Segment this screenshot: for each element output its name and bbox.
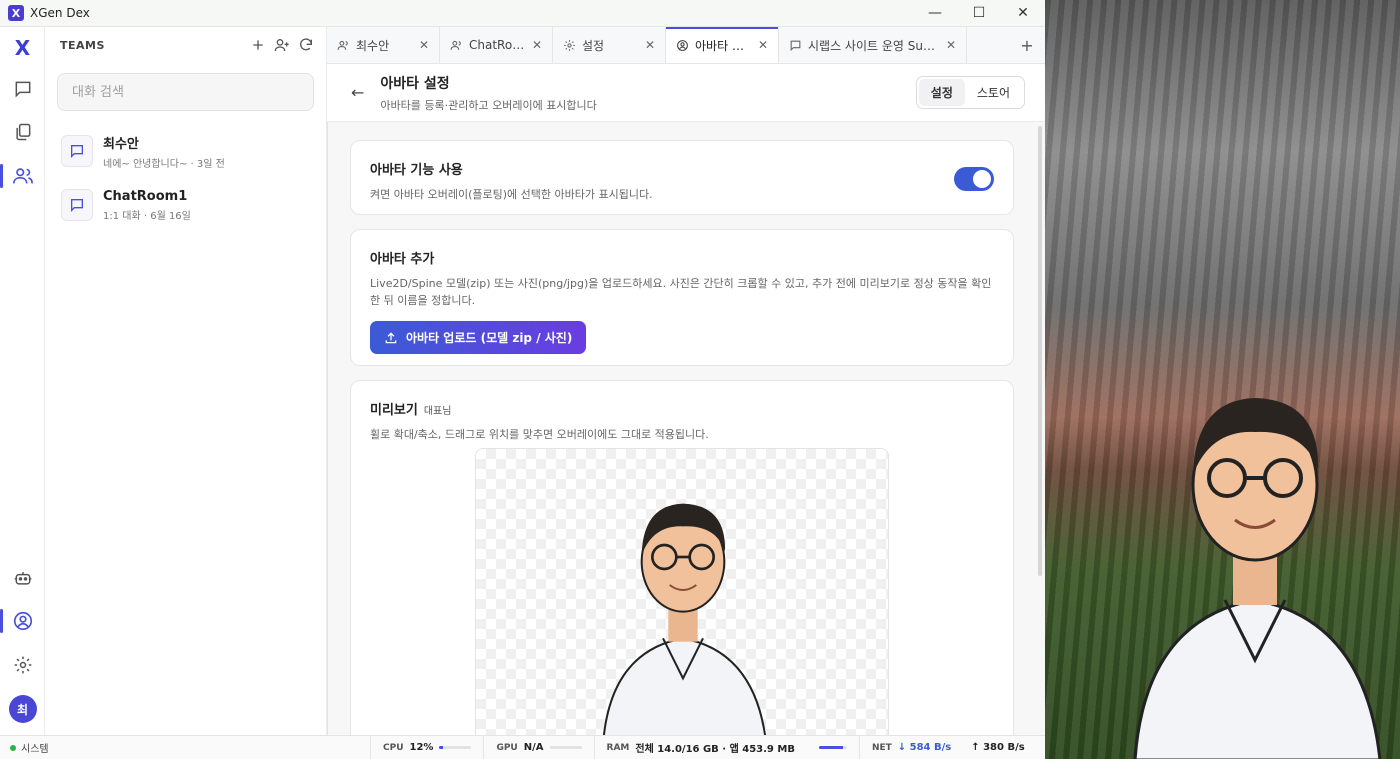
status-bar: 시스템 CPU 12% GPU N/A RAM 전체 14.0/16 GB · 앱 4… [0, 735, 1045, 759]
preview-card: 미리보기 대표님 휠로 확대/축소, 드래그로 위치를 맞추면 오버레이에도 그대… [350, 380, 1014, 735]
avatar-overlay-figure[interactable] [1105, 370, 1400, 759]
main-panel: 최수안✕ ChatRoom1✕ 설정✕ 아바타 설정✕ 시랩스 사이트 운영 S… [327, 27, 1045, 735]
users-icon [337, 40, 348, 50]
room-name: ChatRoom1 [103, 188, 188, 204]
tab-avatar-settings[interactable]: 아바타 설정 ✕ [666, 27, 779, 63]
close-tab-icon[interactable]: ✕ [946, 38, 956, 52]
card-title: 미리보기 대표님 [370, 403, 452, 418]
maximize-button[interactable]: ☐ [957, 0, 1001, 27]
card-title: 아바타 기능 사용 [370, 163, 463, 178]
sidebar-heading: TEAMS [60, 38, 105, 52]
upload-avatar-button[interactable]: 아바타 업로드 (모델 zip / 사진) [370, 321, 587, 354]
add-avatar-card: 아바타 추가 Live2D/Spine 모델(zip) 또는 사진(png/jp… [350, 229, 1014, 366]
app-logo-icon: X [8, 5, 24, 21]
cpu-meter: CPU 12% [370, 735, 483, 759]
tab-site-ops[interactable]: 시랩스 사이트 운영 Suan... ✕ [779, 27, 967, 63]
card-description: 켜면 아바타 오버레이(플로팅)에 선택한 아바타가 표시됩니다. [370, 188, 653, 201]
chat-icon[interactable] [0, 73, 45, 105]
list-item[interactable]: ChatRoom1 1:1 대화 · 6월 16일 [45, 181, 326, 229]
tab-suan[interactable]: 최수안 ✕ [327, 27, 440, 63]
new-tab-button[interactable]: + [1009, 27, 1045, 63]
room-preview: 1:1 대화 · 6월 16일 [103, 210, 191, 222]
system-status-icon [10, 744, 16, 751]
tab-settings[interactable]: 설정 ✕ [553, 27, 666, 63]
close-tab-icon[interactable]: ✕ [758, 38, 768, 52]
close-window-button[interactable]: ✕ [1001, 0, 1045, 27]
segment-store[interactable]: 스토어 [965, 79, 1022, 106]
gear-icon [564, 39, 575, 51]
avatar-enable-toggle[interactable] [954, 167, 994, 191]
chat-icon [790, 40, 801, 51]
view-switcher: 설정 스토어 [915, 76, 1025, 109]
title-bar: X XGen Dex — ☐ ✕ [0, 0, 1045, 27]
list-item[interactable]: 최수안네에~ 안녕합니다~ · 3일 전 [45, 127, 326, 175]
page-subtitle: 아바타를 등록·관리하고 오버레이에 표시합니다 [380, 98, 597, 112]
avatar-preview-figure [603, 503, 766, 735]
ram-meter: RAM 전체 14.0/16 GB · 앱 453.9 MB [593, 735, 859, 759]
card-description: 휠로 확대/축소, 드래그로 위치를 맞추면 오버레이에도 그대로 적용됩니다. [370, 428, 709, 441]
add-user-icon[interactable] [274, 37, 290, 53]
add-icon[interactable] [250, 37, 266, 53]
scrollbar[interactable] [1038, 126, 1042, 576]
home-logo-icon[interactable]: X [0, 32, 45, 64]
system-label: 시스템 [21, 744, 49, 755]
card-title: 아바타 추가 [370, 252, 435, 267]
close-tab-icon[interactable]: ✕ [419, 38, 429, 52]
back-arrow-icon[interactable]: ← [351, 83, 364, 102]
room-preview: 네에~ 안녕합니다~ · 3일 전 [103, 158, 225, 170]
page-header: ← 아바타 설정 아바타를 등록·관리하고 오버레이에 표시합니다 설정 스토어 [327, 64, 1045, 122]
segment-settings[interactable]: 설정 [918, 79, 965, 106]
tab-bar: 최수안✕ ChatRoom1✕ 설정✕ 아바타 설정✕ 시랩스 사이트 운영 S… [327, 27, 1045, 64]
close-tab-icon[interactable]: ✕ [532, 38, 542, 52]
teams-icon[interactable] [0, 160, 45, 192]
desktop-wallpaper [1045, 0, 1400, 759]
chat-room-icon [61, 135, 93, 167]
nav-rail: X 최 [0, 27, 45, 735]
minimize-button[interactable]: — [913, 0, 957, 27]
app-window: X XGen Dex — ☐ ✕ X 최 TEAMS 대화 검색 최수안 네에~… [0, 0, 1045, 759]
documents-icon[interactable] [0, 116, 45, 148]
net-meter: NET ↓ 584 B/s ↑ 380 B/s [858, 735, 1037, 759]
chat-room-icon [61, 189, 93, 221]
gpu-meter: GPU N/A [483, 735, 593, 759]
tab-chatroom1[interactable]: ChatRoom1✕ [440, 27, 553, 63]
room-name: 최수안 [103, 136, 139, 152]
upload-icon [385, 331, 397, 343]
avatar-preview-canvas[interactable] [475, 448, 889, 735]
gear-icon[interactable] [0, 649, 45, 681]
avatar-settings-icon[interactable] [0, 605, 45, 637]
users-icon [450, 40, 461, 50]
search-input[interactable] [72, 84, 299, 100]
card-description: Live2D/Spine 모델(zip) 또는 사진(png/jpg)을 업로드… [370, 277, 992, 307]
refresh-icon[interactable] [298, 37, 314, 53]
enable-card: 아바타 기능 사용 켜면 아바타 오버레이(플로팅)에 선택한 아바타가 표시됩… [350, 140, 1014, 215]
sidebar: TEAMS 최수안네에~ 안녕합니다~ · 3일 전 ChatRoom1 1:1 … [45, 27, 327, 735]
close-tab-icon[interactable]: ✕ [645, 38, 655, 52]
settings-content: 아바타 기능 사용 켜면 아바타 오버레이(플로팅)에 선택한 아바타가 표시됩… [327, 122, 1045, 735]
user-circle-icon [677, 39, 688, 51]
search-box [57, 73, 314, 111]
avatar-name-badge: 대표님 [423, 406, 452, 417]
user-avatar[interactable]: 최 [0, 693, 45, 725]
bot-icon[interactable] [0, 562, 45, 594]
page-title: 아바타 설정 [380, 75, 450, 92]
app-title: XGen Dex [30, 6, 90, 20]
